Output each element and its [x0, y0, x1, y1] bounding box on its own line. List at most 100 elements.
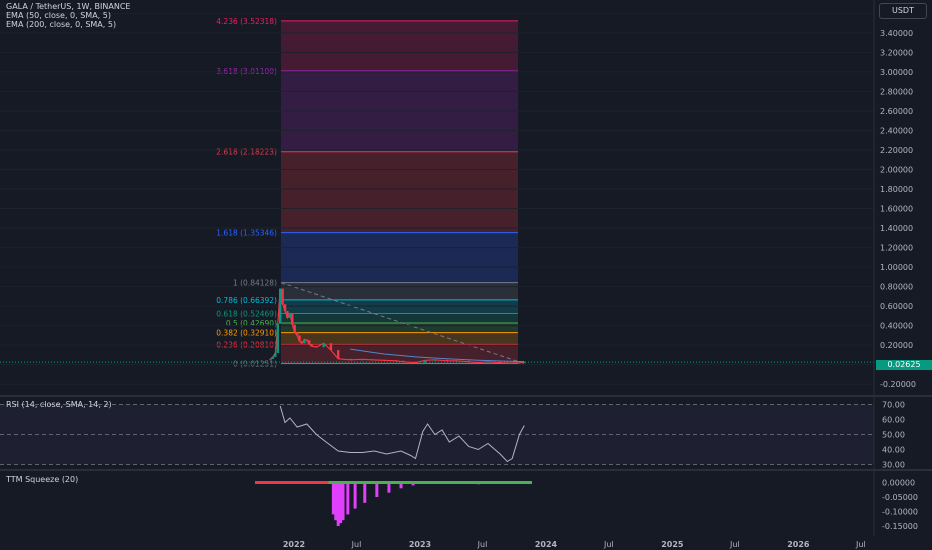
- ema50-legend[interactable]: EMA (50, close, 0, SMA, 5): [6, 11, 130, 20]
- price-candle: [283, 304, 287, 312]
- price-axis-label: 0.60000: [880, 302, 913, 311]
- time-axis-label: 2024: [535, 540, 558, 549]
- price-candle: [370, 359, 374, 361]
- price-axis-label: 2.00000: [880, 166, 913, 175]
- price-candle: [414, 361, 417, 363]
- ttm-axis-label: 0.00000: [882, 479, 915, 488]
- time-axis-label: Jul: [729, 540, 740, 549]
- rsi-axis-label: 70.00: [882, 401, 905, 410]
- price-candle: [394, 360, 398, 362]
- symbol-title[interactable]: GALA / TetherUS, 1W, BINANCE: [6, 2, 130, 11]
- price-candle: [269, 358, 272, 360]
- time-axis[interactable]: 2022 Jul 2023 Jul 2024 Jul 2025 Jul 2026 Jul: [283, 540, 866, 549]
- time-axis-label: Jul: [351, 540, 362, 549]
- price-axis-label: -0.20000: [880, 380, 916, 389]
- price-axis-label: 1.00000: [880, 263, 913, 272]
- ttm-axis-label: -0.10000: [882, 508, 918, 517]
- price-candle: [329, 343, 333, 351]
- price-candle: [307, 340, 311, 345]
- ttm-axis[interactable]: -0.15000 -0.10000 -0.05000 0.00000: [882, 479, 918, 532]
- price-candle: [445, 359, 449, 361]
- price-candle: [322, 343, 325, 348]
- price-axis-label: 0.20000: [880, 341, 913, 350]
- price-candle: [433, 359, 437, 361]
- price-candle: [276, 323, 279, 353]
- price-candle: [295, 332, 299, 336]
- price-axis-label: 3.40000: [880, 29, 913, 38]
- ttm-axis-label: -0.05000: [882, 493, 918, 502]
- squeeze-bar: [346, 482, 350, 515]
- price-candle: [281, 288, 284, 305]
- price-axis-label: 0.80000: [880, 283, 913, 292]
- ttm-axis-label: -0.15000: [882, 522, 918, 531]
- price-candle: [382, 359, 386, 361]
- price-candle: [498, 361, 502, 363]
- time-axis-label: Jul: [855, 540, 866, 549]
- price-axis-label: 2.20000: [880, 146, 913, 155]
- squeeze-bar: [341, 482, 345, 521]
- time-axis-label: 2022: [283, 540, 305, 549]
- fib-zone-8: [281, 151, 518, 233]
- price-candle: [518, 362, 521, 364]
- ema200-legend[interactable]: EMA (200, close, 0, SMA, 5): [6, 20, 130, 29]
- squeeze-bar: [387, 482, 391, 493]
- price-candle: [310, 344, 313, 347]
- price-candle: [486, 361, 490, 363]
- price-candle: [293, 324, 296, 333]
- fib-level-label: 3.618 (3.01100): [216, 67, 277, 76]
- price-axis-label: 1.40000: [880, 224, 913, 233]
- price-axis-label: 2.60000: [880, 107, 913, 116]
- currency-button[interactable]: USDT: [879, 3, 927, 19]
- rsi-axis-label: 60.00: [882, 416, 905, 425]
- fib-level-label: 2.618 (2.18223): [216, 148, 277, 157]
- rsi-axis[interactable]: 30.00 40.00 50.00 60.00 70.00: [882, 401, 905, 470]
- time-axis-label: 2025: [661, 540, 684, 549]
- rsi-label[interactable]: RSI (14, close, SMA, 14, 2): [6, 400, 112, 409]
- price-candle: [286, 311, 289, 318]
- price-candle: [508, 362, 511, 364]
- fib-level-label: 0.5 (0.42690): [226, 319, 277, 328]
- rsi-pane: [0, 404, 874, 465]
- last-price-tag: 0.02625: [876, 360, 932, 370]
- fib-zone-2: [281, 332, 518, 345]
- rsi-axis-label: 40.00: [882, 446, 905, 455]
- price-axis-label: 2.40000: [880, 126, 913, 135]
- fib-level-label: 0 (0.01251): [233, 359, 277, 368]
- chart-canvas[interactable]: 0 (0.01251)0.236 (0.20810)0.382 (0.32910…: [0, 0, 932, 550]
- price-candle: [477, 361, 480, 363]
- fib-level-label: 0.382 (0.32910): [216, 329, 277, 338]
- fib-level-label: 1.618 (1.35346): [216, 229, 277, 238]
- price-candle: [455, 360, 458, 362]
- price-candle: [336, 350, 340, 359]
- price-candle: [298, 335, 301, 342]
- price-axis-label: 2.80000: [880, 87, 913, 96]
- ttm-pane: [255, 481, 532, 526]
- fib-level-label: 0.618 (0.52469): [216, 309, 277, 318]
- price-candle: [315, 346, 318, 348]
- time-axis-label: Jul: [603, 540, 614, 549]
- squeeze-bar: [363, 482, 367, 503]
- fib-zone-6: [281, 282, 518, 300]
- price-axis-label: 1.60000: [880, 205, 913, 214]
- price-axis-label: 1.80000: [880, 185, 913, 194]
- price-candle: [523, 362, 526, 364]
- time-axis-label: 2026: [787, 540, 810, 549]
- price-candle: [278, 288, 282, 324]
- ttm-label[interactable]: TTM Squeeze (20): [6, 475, 78, 484]
- price-candle: [305, 339, 308, 341]
- fib-zone-10: [281, 20, 518, 71]
- fib-zone-3: [281, 323, 518, 333]
- price-axis[interactable]: -0.200000.000000.200000.400000.600000.80…: [880, 9, 916, 389]
- rsi-axis-label: 30.00: [882, 461, 905, 470]
- price-axis-label: 3.00000: [880, 68, 913, 77]
- fib-zone-4: [281, 313, 518, 324]
- fibonacci-retracement[interactable]: 0 (0.01251)0.236 (0.20810)0.382 (0.32910…: [216, 17, 525, 369]
- price-candle: [402, 360, 405, 362]
- chart-legend: GALA / TetherUS, 1W, BINANCE EMA (50, cl…: [6, 2, 130, 29]
- price-candle: [303, 339, 306, 344]
- fib-zone-7: [281, 232, 518, 283]
- time-axis-label: Jul: [477, 540, 488, 549]
- price-candle: [349, 358, 352, 360]
- price-candle: [274, 352, 277, 357]
- price-candle: [423, 360, 427, 363]
